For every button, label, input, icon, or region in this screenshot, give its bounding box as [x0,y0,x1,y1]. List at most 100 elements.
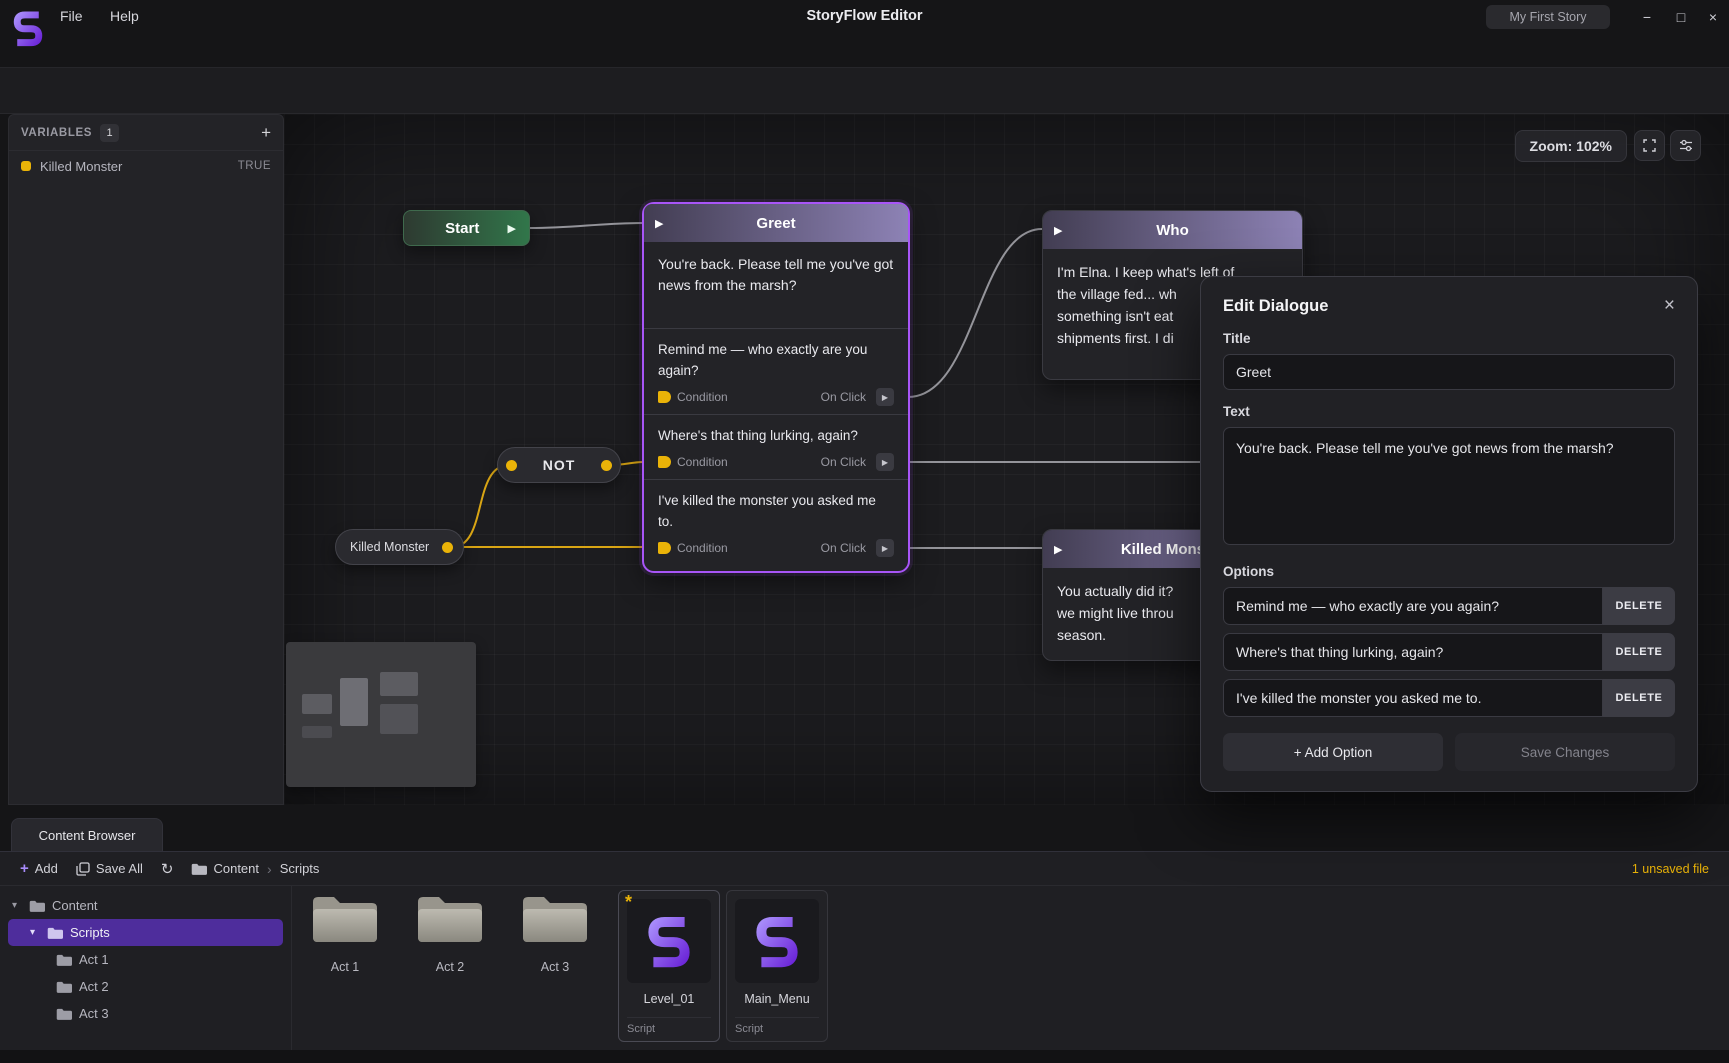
title-bar: File Help StoryFlow Editor My First Stor… [0,0,1729,34]
unsaved-files-status: 1 unsaved file [1632,862,1709,876]
variable-label: Killed Monster [350,540,434,554]
option-editor-row: DELETE [1223,633,1675,671]
option-text: I've killed the monster you asked me to. [658,490,894,532]
app-title: StoryFlow Editor [0,8,1729,24]
maximize-button[interactable]: □ [1668,5,1694,29]
node-variable-killed-monster[interactable]: Killed Monster [335,529,464,565]
add-option-button[interactable]: + Add Option [1223,733,1443,771]
node-start[interactable]: Start ▶ [403,210,530,246]
input-port-icon[interactable] [506,460,517,471]
condition-port-icon[interactable] [658,456,671,468]
folder-icon [414,892,486,948]
add-variable-button[interactable]: + [261,123,271,143]
script-thumbnail [627,899,711,983]
file-card-main-menu[interactable]: Main_Menu Script [726,890,828,1042]
chevron-down-icon[interactable]: ▾ [12,900,22,911]
file-card-level01[interactable]: * Level_01 Script [618,890,720,1042]
option-text: Remind me — who exactly are you again? [658,339,894,381]
onclick-port-icon[interactable]: ▶ [876,453,894,471]
delete-option-button[interactable]: DELETE [1603,587,1675,625]
dialogue-option[interactable]: I've killed the monster you asked me to.… [644,479,908,565]
onclick-port-icon[interactable]: ▶ [876,539,894,557]
add-asset-button[interactable]: + Add [20,860,58,877]
tree-item-act2[interactable]: Act 2 [0,973,291,1000]
tree-item-act1[interactable]: Act 1 [0,946,291,973]
asset-tree: ▾ Content ▾ Scripts Act 1 Act 2 Act 3 [0,886,292,1051]
node-title: Start [417,220,508,237]
folder-icon [191,862,207,876]
title-input[interactable] [1223,354,1675,390]
script-thumbnail [735,899,819,983]
dialog-title: Edit Dialogue [1223,297,1328,316]
trigger-label: On Click [821,455,866,469]
window-bottom-edge [0,1050,1729,1063]
minimap[interactable] [286,642,476,787]
play-port-icon[interactable]: ▶ [1054,224,1062,237]
option-text: Where's that thing lurking, again? [658,425,894,446]
folder-icon [309,892,381,948]
dialogue-option[interactable]: Where's that thing lurking, again? Condi… [644,414,908,479]
delete-option-button[interactable]: DELETE [1603,633,1675,671]
output-port-icon[interactable] [442,542,453,553]
text-input[interactable]: You're back. Please tell me you've got n… [1223,427,1675,545]
storyflow-logo-icon [641,912,697,970]
folder-act3[interactable]: Act 3 [510,892,600,974]
minimize-button[interactable]: − [1634,5,1660,29]
node-greet[interactable]: ▶ Greet You're back. Please tell me you'… [644,204,908,571]
node-header[interactable]: ▶ Greet [644,204,908,242]
folder-act2[interactable]: Act 2 [405,892,495,974]
close-button[interactable]: × [1700,5,1726,29]
variable-row[interactable]: Killed Monster TRUE [9,151,283,181]
node-title: Greet [756,215,795,232]
graph-options-icon [1679,139,1693,152]
node-header[interactable]: ▶ Who [1043,211,1302,249]
refresh-button[interactable]: ↻ [161,860,174,878]
option-input[interactable] [1223,587,1603,625]
plus-icon: + [20,860,29,877]
fit-view-button[interactable] [1634,130,1665,161]
delete-option-button[interactable]: DELETE [1603,679,1675,717]
dialogue-option[interactable]: Remind me — who exactly are you again? C… [644,328,908,414]
play-port-icon[interactable]: ▶ [655,217,663,230]
breadcrumb-current[interactable]: Scripts [280,861,320,876]
title-field-label: Title [1223,331,1675,346]
output-port-icon[interactable] [601,460,612,471]
file-tab-bar: </> Main_Menu </> Level_01 × [0,34,1729,68]
tree-item-content[interactable]: ▾ Content [0,892,291,919]
folder-act1[interactable]: Act 1 [300,892,390,974]
gate-label: NOT [543,457,576,473]
play-port-icon[interactable]: ▶ [508,222,516,235]
folder-icon [56,980,72,994]
close-icon[interactable]: × [1664,295,1675,317]
save-all-button[interactable]: Save All [76,861,143,876]
tree-item-act3[interactable]: Act 3 [0,1000,291,1027]
variable-name: Killed Monster [40,159,122,174]
graph-settings-button[interactable] [1670,130,1701,161]
chevron-down-icon[interactable]: ▾ [30,927,40,938]
variable-value: TRUE [238,160,271,172]
variables-count-badge: 1 [100,124,119,142]
content-browser-tab[interactable]: Content Browser [11,818,163,851]
file-name: Level_01 [627,992,711,1006]
breadcrumb-root[interactable]: Content [213,861,259,876]
content-browser-panel: + Add Save All ↻ Content › Scripts 1 uns… [0,851,1729,1063]
storyflow-logo-icon [749,912,805,970]
folder-icon [56,1007,72,1021]
storyflow-logo-icon [8,8,48,48]
tree-item-scripts[interactable]: ▾ Scripts [8,919,283,946]
onclick-port-icon[interactable]: ▶ [876,388,894,406]
option-input[interactable] [1223,633,1603,671]
condition-port-icon[interactable] [658,542,671,554]
dialogue-text: You're back. Please tell me you've got n… [644,242,908,328]
condition-port-icon[interactable] [658,391,671,403]
trigger-label: On Click [821,541,866,555]
unsaved-indicator: * [625,892,632,913]
text-field-label: Text [1223,404,1675,419]
content-browser-toolbar: + Add Save All ↻ Content › Scripts 1 uns… [0,852,1729,886]
option-input[interactable] [1223,679,1603,717]
node-not-gate[interactable]: NOT [497,447,621,483]
save-changes-button[interactable]: Save Changes [1455,733,1675,771]
play-port-icon[interactable]: ▶ [1054,543,1062,556]
file-type: Script [627,1017,711,1035]
save-all-icon [76,862,90,876]
